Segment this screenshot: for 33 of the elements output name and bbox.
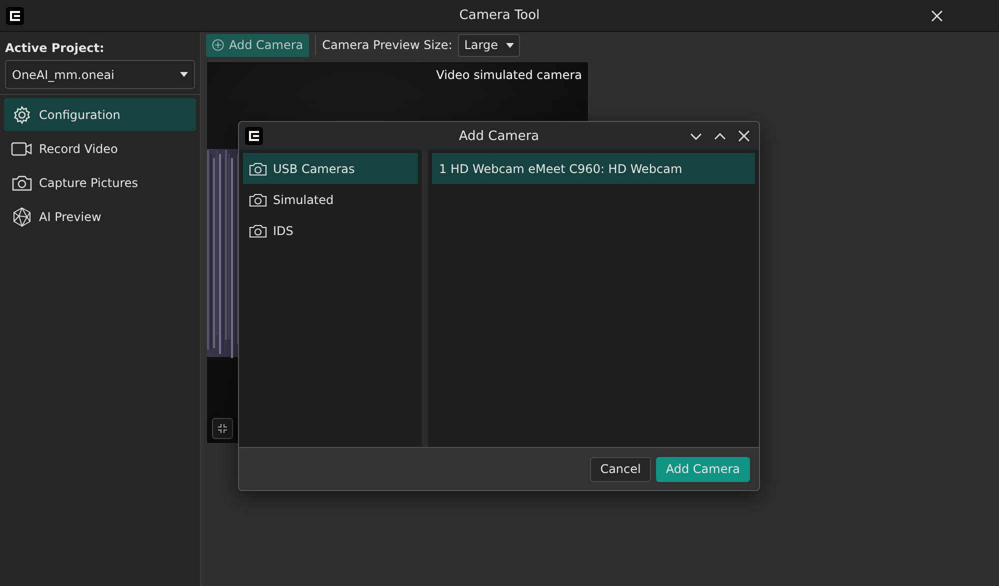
sidebar-item[interactable]: Record Video: [4, 132, 196, 165]
project-label: Active Project:: [4, 40, 106, 57]
camera-icon: [249, 192, 267, 206]
preview-caption: Video simulated camera: [436, 68, 582, 82]
add-icon: [212, 39, 224, 51]
close-icon[interactable]: [931, 10, 943, 22]
app-logo-icon: [6, 6, 24, 24]
app-logo-icon: [245, 127, 263, 145]
collapse-icon: [217, 423, 228, 434]
camera-type-item[interactable]: Simulated: [243, 184, 418, 215]
project-dropdown[interactable]: OneAI_mm.oneai: [5, 60, 195, 89]
preview-size-dropdown[interactable]: Large: [458, 34, 520, 56]
add-camera-button[interactable]: Add Camera: [206, 34, 310, 56]
window-title: Camera Tool: [459, 8, 540, 23]
sidebar-item[interactable]: Configuration: [4, 98, 196, 131]
camera-type-item[interactable]: IDS: [243, 215, 418, 246]
close-icon[interactable]: [737, 129, 751, 143]
polyhedron-icon: [11, 206, 33, 226]
sidebar-item[interactable]: AI Preview: [4, 200, 196, 233]
caret-icon: [180, 72, 188, 77]
preview-size-label: Camera Preview Size:: [322, 38, 452, 52]
camera-device-item[interactable]: 1 HD Webcam eMeet C960: HD Webcam: [432, 153, 755, 184]
camera-icon: [249, 162, 267, 176]
exit-fullscreen-button[interactable]: [212, 418, 233, 439]
sidebar-item[interactable]: Capture Pictures: [4, 166, 196, 199]
preview-size-value: Large: [464, 38, 498, 52]
project-name: OneAI_mm.oneai: [12, 68, 114, 82]
camera-icon: [249, 224, 267, 238]
camera-type-item[interactable]: USB Cameras: [243, 153, 418, 184]
gear-icon: [11, 104, 33, 124]
cancel-button[interactable]: Cancel: [590, 456, 651, 482]
dialog-title: Add Camera: [458, 128, 540, 144]
caret-icon: [506, 42, 514, 48]
